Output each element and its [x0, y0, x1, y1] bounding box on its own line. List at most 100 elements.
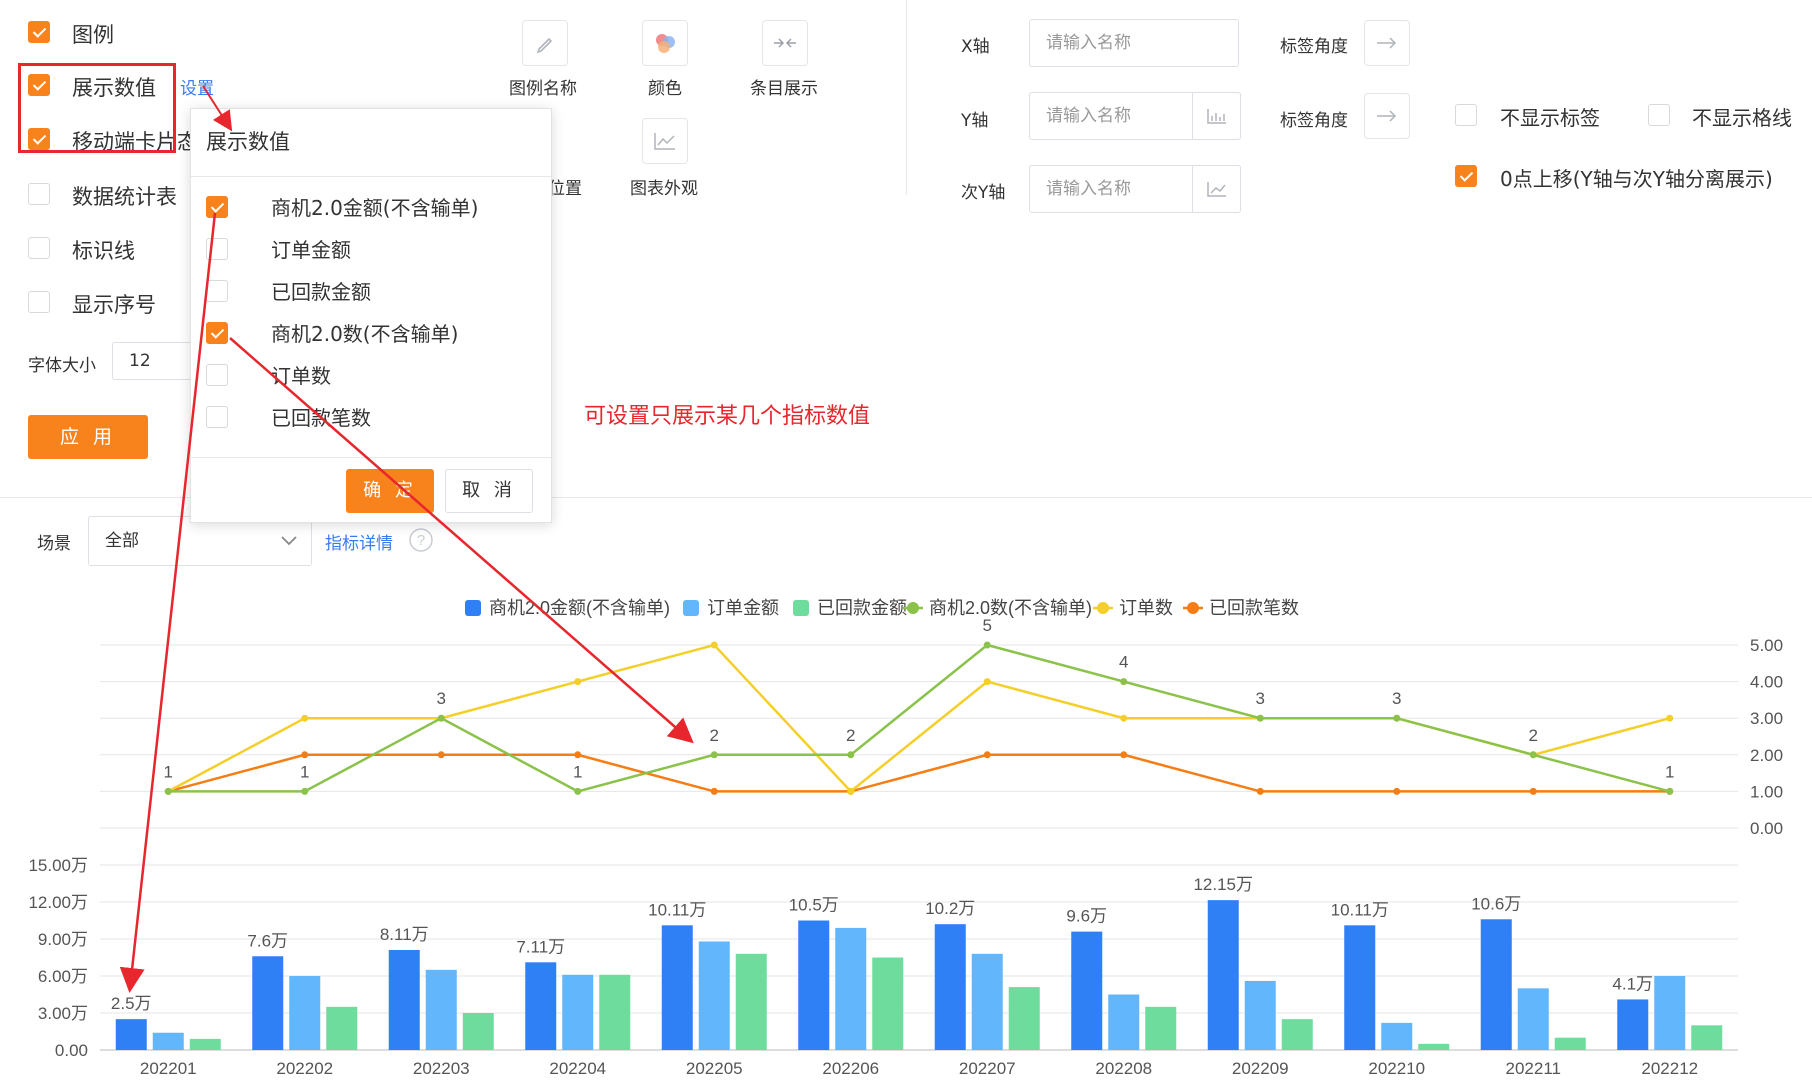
line-value-label: 1	[300, 762, 309, 781]
bar	[252, 956, 284, 1050]
line-point	[164, 787, 172, 795]
popup-checkbox[interactable]	[206, 364, 228, 386]
bar	[1691, 1025, 1723, 1050]
bar-value-label: 10.5万	[789, 896, 839, 915]
marker-line-checkbox[interactable]	[28, 237, 50, 259]
popup-title: 展示数值	[206, 130, 290, 154]
color-button[interactable]	[642, 20, 688, 66]
popup-checkbox[interactable]	[206, 196, 228, 218]
line-point	[1529, 787, 1537, 795]
line-point	[1120, 751, 1128, 759]
bar-value-label: 12.15万	[1193, 875, 1253, 894]
bar	[1554, 1037, 1586, 1050]
bar-value-label: 10.11万	[1331, 900, 1389, 919]
popup-checkbox[interactable]	[206, 280, 228, 302]
bar	[735, 953, 767, 1050]
line-value-label: 3	[1392, 689, 1401, 708]
popup-cancel-button[interactable]: 取 消	[445, 469, 533, 513]
y-tick-angle-label: 标签角度	[1280, 111, 1348, 131]
chevron-down-icon	[281, 536, 297, 546]
line-point	[1393, 787, 1401, 795]
legend-checkbox[interactable]	[28, 21, 50, 43]
bar	[661, 925, 693, 1050]
line-point	[847, 751, 855, 759]
apply-button[interactable]: 应 用	[28, 415, 148, 459]
hide-gridlines-checkbox[interactable]	[1648, 104, 1670, 126]
popup-checkbox[interactable]	[206, 238, 228, 260]
bar	[1071, 931, 1103, 1050]
show-index-checkbox[interactable]	[28, 291, 50, 313]
popup-item-label: 已回款金额	[271, 280, 371, 304]
metric-detail-link[interactable]: 指标详情	[325, 529, 393, 554]
hide-labels-checkbox[interactable]	[1455, 104, 1477, 126]
bar-value-label: 4.1万	[1612, 974, 1653, 993]
right-axis-tick-label: 4.00	[1750, 673, 1783, 692]
combo-chart: 0.00 1.00 2.00 3.00 4.00 5.00 0.00 3.00万 6.00万 9.…	[28, 598, 1783, 1078]
line-point	[1666, 787, 1674, 795]
popup-checkbox[interactable]	[206, 322, 228, 344]
bar-value-label: 10.11万	[648, 900, 706, 919]
line-point	[574, 678, 582, 686]
y-tick-angle-button[interactable]	[1364, 93, 1410, 139]
legend-item-label: 已回款笔数	[1209, 598, 1299, 618]
item-display-label: 条目展示	[750, 79, 818, 99]
font-size-input[interactable]: 12	[112, 342, 200, 380]
show-values-settings-link[interactable]: 设置	[180, 74, 214, 99]
x-tick-label: 202209	[1232, 1059, 1289, 1078]
right-axis-tick-label: 5.00	[1750, 636, 1783, 655]
line-point	[983, 751, 991, 759]
scene-value: 全部	[105, 531, 139, 551]
bar-chart-icon[interactable]	[1192, 93, 1241, 139]
line-point	[1666, 714, 1674, 722]
data-table-checkbox[interactable]	[28, 183, 50, 205]
legend-swatch	[683, 600, 699, 616]
bar	[1381, 1022, 1413, 1050]
line-point	[437, 714, 445, 722]
help-icon[interactable]: ?	[408, 527, 434, 553]
x-tick-angle-button[interactable]	[1364, 20, 1410, 66]
line-value-label: 3	[437, 689, 446, 708]
y2-axis-label: 次Y轴	[961, 183, 1006, 203]
popup-item-label: 订单金额	[271, 238, 351, 262]
bar	[152, 1032, 184, 1050]
bar	[1281, 1019, 1313, 1050]
arrow-right-icon	[1377, 110, 1397, 122]
line-point	[1393, 714, 1401, 722]
popup-checkbox[interactable]	[206, 406, 228, 428]
bar-value-label: 9.6万	[1066, 907, 1107, 926]
popup-footer-divider	[191, 457, 551, 458]
line-value-label: 5	[983, 616, 992, 635]
left-axis-tick-label: 6.00万	[38, 967, 88, 986]
left-axis-tick-label: 15.00万	[28, 856, 88, 875]
bar	[1145, 1006, 1177, 1050]
right-axis-tick-label: 3.00	[1750, 709, 1783, 728]
chart-appearance-label: 图表外观	[630, 179, 698, 199]
line-chart-icon[interactable]	[1192, 166, 1241, 212]
legend-label: 图例	[72, 23, 114, 47]
x-tick-angle-label: 标签角度	[1280, 37, 1348, 57]
popup-item-label: 订单数	[271, 364, 331, 388]
legend-name-button[interactable]	[522, 20, 568, 66]
show-index-label: 显示序号	[72, 293, 156, 317]
bar	[1480, 919, 1512, 1050]
right-axis-tick-label: 0.00	[1750, 819, 1783, 838]
legend-position-label: 位置	[548, 179, 582, 199]
bar	[115, 1019, 147, 1050]
highlight-box	[18, 63, 176, 153]
right-axis-tick-label: 1.00	[1750, 782, 1783, 801]
chart-appearance-button[interactable]	[642, 118, 688, 164]
line-value-label: 2	[710, 726, 719, 745]
pencil-icon	[536, 37, 553, 54]
line-point	[710, 787, 718, 795]
show-values-popup: 展示数值 商机2.0金额(不含输单) 订单金额 已回款金额 商机2.0数(不含输单) 订…	[190, 108, 552, 523]
bar	[1108, 994, 1140, 1050]
legend-item-label: 订单金额	[707, 598, 779, 618]
popup-confirm-button[interactable]: 确 定	[346, 469, 434, 513]
color-label: 颜色	[648, 79, 682, 99]
item-display-button[interactable]	[762, 20, 808, 66]
right-axis-tick-label: 2.00	[1750, 746, 1783, 765]
x-axis-name-input[interactable]: 请输入名称	[1029, 19, 1239, 67]
x-tick-label: 202203	[413, 1059, 470, 1078]
scene-select[interactable]: 全部	[88, 516, 312, 566]
zero-shift-checkbox[interactable]	[1455, 165, 1477, 187]
